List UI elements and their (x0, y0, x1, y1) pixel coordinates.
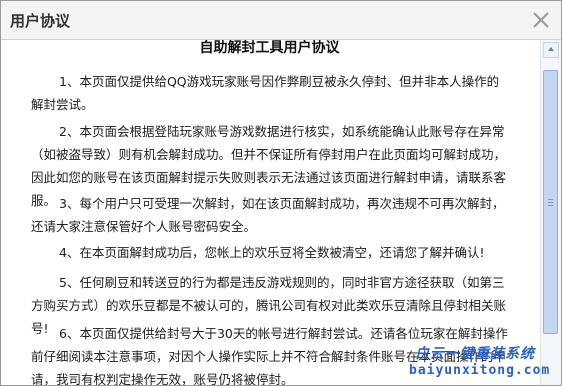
watermark-text: 白云一键重装系统 (415, 346, 535, 362)
vertical-scrollbar[interactable] (540, 40, 561, 385)
user-agreement-dialog: 用户协议 自助解封工具用户协议 1、本页面仅提供给QQ游戏玩家账号因作弊刷豆被永… (0, 0, 562, 386)
close-icon[interactable] (531, 10, 551, 30)
scrollbar-thumb[interactable] (543, 70, 558, 334)
scroll-up-arrow-icon[interactable] (543, 42, 559, 58)
watermark-url: baiyunxitong.com (409, 363, 551, 378)
agreement-paragraph-3: 3、每个用户只可受理一次解封，如在该页面解封成功，再次违规不可再次解封，还请大家… (31, 196, 505, 234)
thumb-grip-line (548, 202, 553, 203)
dialog-titlebar: 用户协议 (1, 1, 561, 40)
agreement-content: 自助解封工具用户协议 1、本页面仅提供给QQ游戏玩家账号因作弊刷豆被永久停封、但… (1, 40, 538, 385)
site-watermark: 白云一键重装系统 baiyunxitong.com (409, 341, 559, 381)
agreement-title: 自助解封工具用户协议 (199, 40, 340, 56)
dialog-title: 用户协议 (10, 12, 71, 30)
agreement-paragraph-4: 4、在本页面解封成功后，您帐上的欢乐豆将全数被清空，还请您了解并确认! (59, 245, 485, 260)
thumb-grip-line (548, 205, 553, 206)
thumb-grip-line (548, 199, 553, 200)
agreement-paragraph-1: 1、本页面仅提供给QQ游戏玩家账号因作弊刷豆被永久停封、但并非本人操作的解封尝试… (31, 74, 500, 112)
